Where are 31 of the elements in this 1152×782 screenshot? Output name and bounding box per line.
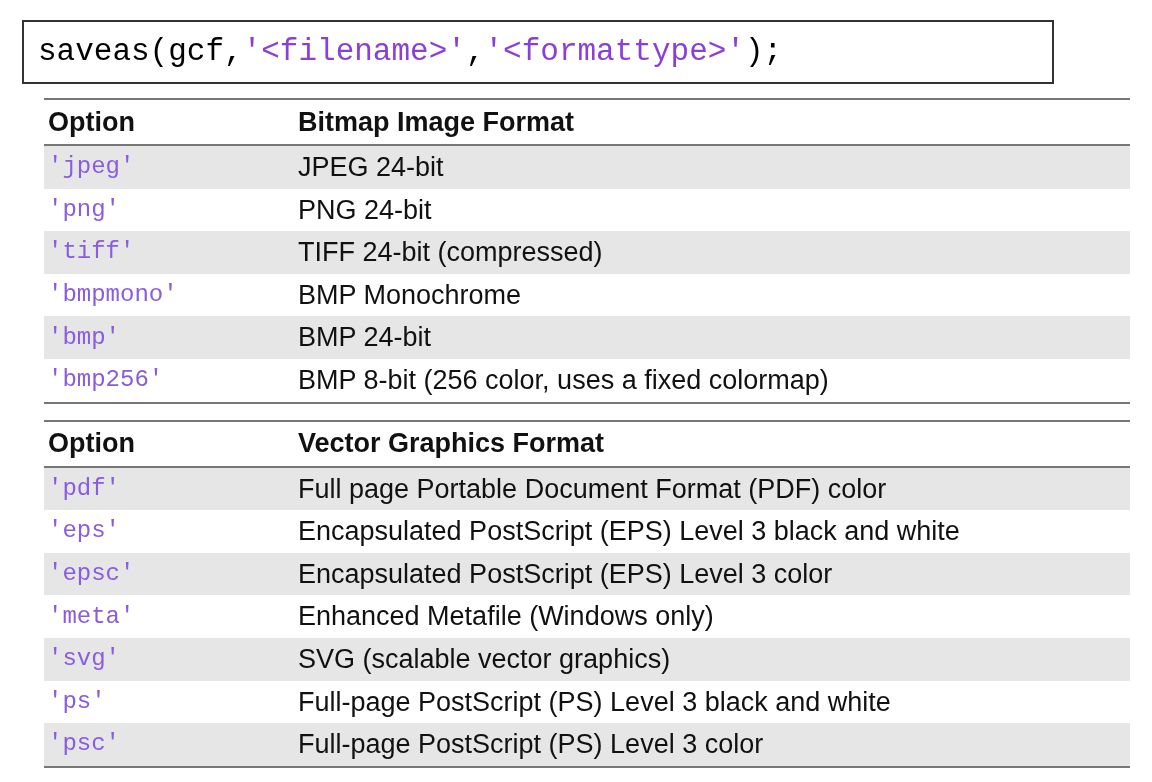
option-cell-text: 'bmpmono' xyxy=(47,280,179,311)
column-header: Option xyxy=(47,105,136,139)
description-cell-text: Full page Portable Document Format (PDF) color xyxy=(298,472,887,506)
option-cell-text: 'meta' xyxy=(47,601,136,632)
description-cell-text: BMP Monochrome xyxy=(298,278,522,312)
option-cell-text: 'epsc' xyxy=(47,559,136,590)
option-cell-text: 'psc' xyxy=(47,729,121,760)
description-cell-text: BMP 24-bit xyxy=(298,321,432,355)
description-cell-text: PNG 24-bit xyxy=(298,193,432,227)
column-header: Bitmap Image Format xyxy=(298,105,575,139)
column-header: Option xyxy=(47,427,136,461)
description-cell-text: JPEG 24-bit xyxy=(298,151,444,185)
option-cell-text: 'jpeg' xyxy=(47,152,136,183)
description-cell-text: Enhanced Metafile (Windows only) xyxy=(298,600,714,634)
description-cell-text: Full-page PostScript (PS) Level 3 color xyxy=(298,728,764,762)
option-cell-text: 'pdf' xyxy=(47,473,121,504)
option-cell-text: 'bmp' xyxy=(47,322,121,353)
description-cell-text: TIFF 24-bit (compressed) xyxy=(298,236,603,270)
column-header: Vector Graphics Format xyxy=(298,427,605,461)
option-cell-text: 'eps' xyxy=(47,516,121,547)
option-cell-text: 'png' xyxy=(47,194,121,225)
description-cell-text: Encapsulated PostScript (EPS) Level 3 black and white xyxy=(298,515,960,549)
option-cell-text: 'bmp256' xyxy=(47,365,165,396)
description-cell-text: BMP 8-bit (256 color, uses a fixed colormap) xyxy=(298,364,829,397)
description-cell-text: SVG (scalable vector graphics) xyxy=(298,643,671,676)
description-cell-text: Full-page PostScript (PS) Level 3 black and white xyxy=(298,685,891,719)
option-cell-text: 'tiff' xyxy=(47,237,136,268)
code-box: saveas(gcf,'<filename>','<formattype>'); xyxy=(22,20,1054,84)
option-cell-text: 'ps' xyxy=(47,686,107,717)
description-cell-text: Encapsulated PostScript (EPS) Level 3 color xyxy=(298,557,833,591)
option-cell-text: 'svg' xyxy=(47,644,121,675)
